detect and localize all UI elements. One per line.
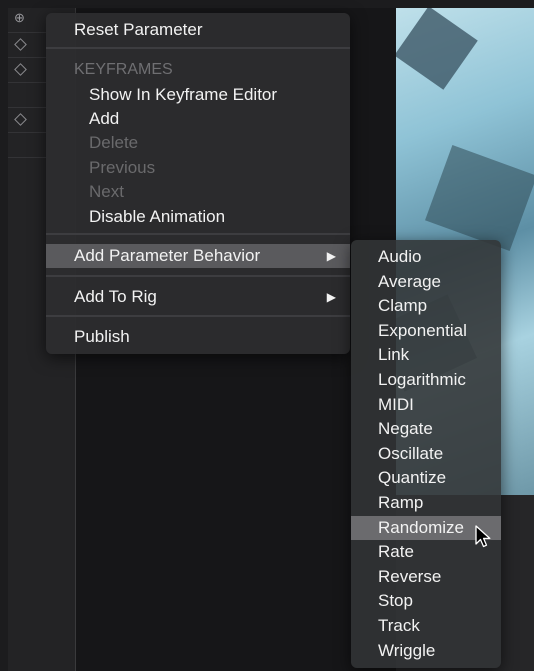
menu-item-label: Add To Rig — [74, 287, 157, 306]
submenu-item-logarithmic[interactable]: Logarithmic — [351, 368, 501, 392]
submenu-item-track[interactable]: Track — [351, 614, 501, 638]
menu-item-disable-animation[interactable]: Disable Animation — [46, 205, 350, 229]
submenu-item-audio[interactable]: Audio — [351, 245, 501, 269]
menu-item-delete: Delete — [46, 131, 350, 155]
ice-shard — [396, 8, 478, 90]
menu-section-header: KEYFRAMES — [74, 61, 173, 78]
context-menu: Reset Parameter KEYFRAMES Show In Keyfra… — [46, 13, 350, 354]
submenu-item-clamp[interactable]: Clamp — [351, 294, 501, 318]
submenu-item-wriggle[interactable]: Wriggle — [351, 639, 501, 663]
ice-shard — [425, 145, 534, 251]
submenu-item-negate[interactable]: Negate — [351, 417, 501, 441]
submenu-item-oscillate[interactable]: Oscillate — [351, 442, 501, 466]
menu-item-label: Delete — [89, 133, 139, 152]
menu-item-previous: Previous — [46, 156, 350, 180]
submenu-item-link[interactable]: Link — [351, 343, 501, 367]
submenu-item-exponential[interactable]: Exponential — [351, 319, 501, 343]
submenu-item-stop[interactable]: Stop — [351, 589, 501, 613]
submenu-item-quantize[interactable]: Quantize — [351, 466, 501, 490]
keyframe-diamond-icon[interactable] — [14, 63, 27, 76]
menu-item-label: Publish — [74, 327, 130, 346]
diamond-plus-icon[interactable]: ⊕ — [14, 10, 25, 26]
keyframe-diamond-icon[interactable] — [14, 113, 27, 126]
menu-separator — [46, 47, 350, 49]
keyframe-diamond-icon[interactable] — [14, 38, 27, 51]
menu-separator — [46, 315, 350, 317]
submenu-item-reverse[interactable]: Reverse — [351, 565, 501, 589]
parameter-behavior-submenu: Audio Average Clamp Exponential Link Log… — [351, 240, 501, 668]
menu-separator — [46, 275, 350, 277]
menu-item-show-in-keyframe-editor[interactable]: Show In Keyframe Editor — [46, 83, 350, 107]
pointer-cursor-icon — [475, 525, 491, 548]
menu-item-label: Reset Parameter — [74, 20, 203, 39]
submenu-arrow-icon: ▶ — [326, 290, 336, 304]
menu-item-next: Next — [46, 180, 350, 204]
menu-item-label: Disable Animation — [89, 207, 226, 226]
menu-item-label: Next — [89, 182, 124, 201]
submenu-item-average[interactable]: Average — [351, 270, 501, 294]
menu-item-publish[interactable]: Publish — [46, 325, 350, 349]
menu-item-label: Add — [89, 109, 120, 128]
menu-separator — [46, 233, 350, 235]
menu-item-add[interactable]: Add — [46, 107, 350, 131]
menu-item-add-to-rig[interactable]: Add To Rig ▶ — [46, 285, 350, 309]
menu-item-label: Show In Keyframe Editor — [89, 85, 278, 104]
submenu-item-midi[interactable]: MIDI — [351, 393, 501, 417]
submenu-item-ramp[interactable]: Ramp — [351, 491, 501, 515]
menu-item-reset-parameter[interactable]: Reset Parameter — [46, 18, 350, 42]
menu-item-add-parameter-behavior[interactable]: Add Parameter Behavior ▶ — [46, 244, 350, 268]
submenu-arrow-icon: ▶ — [326, 249, 336, 263]
menu-item-label: Previous — [89, 158, 156, 177]
menu-item-label: Add Parameter Behavior — [74, 246, 261, 265]
